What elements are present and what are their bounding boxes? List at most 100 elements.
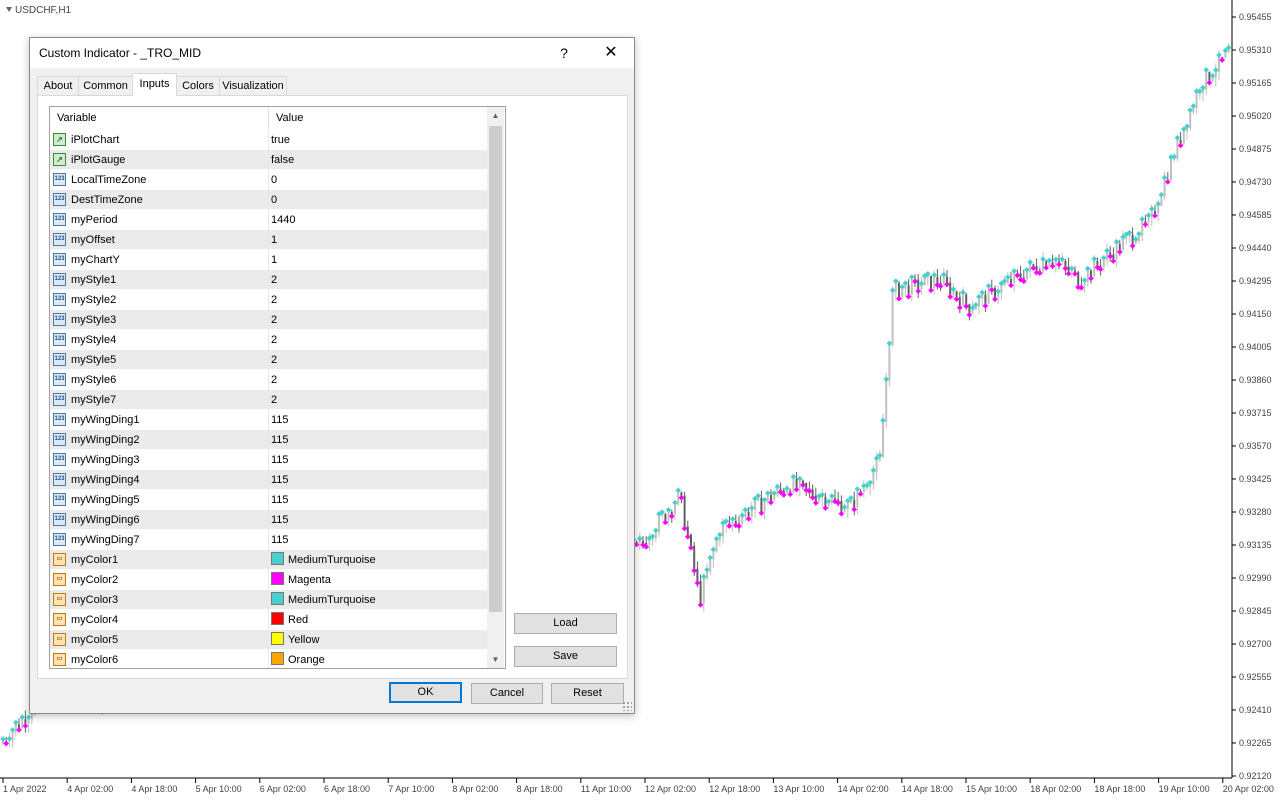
value-cell[interactable]: 2: [269, 270, 489, 290]
input-row[interactable]: 123 myWingDing1 115: [50, 410, 487, 430]
value-cell[interactable]: 115: [269, 410, 489, 430]
value-cell[interactable]: 115: [269, 470, 489, 490]
tab-inputs[interactable]: Inputs: [132, 73, 177, 96]
input-row[interactable]: 123 myPeriod 1440: [50, 210, 487, 230]
close-button[interactable]: ✕: [599, 42, 623, 64]
color-param-icon: ▭: [53, 593, 66, 606]
input-row[interactable]: ▭ myColor3 MediumTurquoise: [50, 590, 487, 610]
input-row[interactable]: 123 myStyle2 2: [50, 290, 487, 310]
input-row[interactable]: ▭ myColor6 Orange: [50, 650, 489, 668]
value-cell[interactable]: 1: [269, 230, 489, 250]
ok-button[interactable]: OK: [389, 682, 462, 703]
value-cell[interactable]: Orange: [269, 650, 489, 668]
time-tick-label: 18 Apr 02:00: [1030, 784, 1081, 794]
cancel-button[interactable]: Cancel: [471, 683, 543, 704]
input-row[interactable]: 123 LocalTimeZone 0: [50, 170, 487, 190]
time-tick-label: 14 Apr 02:00: [838, 784, 889, 794]
tab-common[interactable]: Common: [78, 76, 133, 95]
variable-name: myWingDing5: [71, 494, 140, 506]
input-row[interactable]: ▭ myColor2 Magenta: [50, 570, 487, 590]
value-cell[interactable]: 115: [269, 450, 489, 470]
reset-button[interactable]: Reset: [551, 683, 624, 704]
candle-body: [798, 480, 801, 488]
input-row[interactable]: ↗ iPlotChart true: [50, 130, 487, 150]
input-row[interactable]: 123 myWingDing7 115: [50, 530, 487, 550]
value-cell[interactable]: false: [269, 150, 489, 170]
column-header-variable[interactable]: Variable: [50, 107, 268, 129]
value-cell[interactable]: 2: [269, 290, 489, 310]
tab-about[interactable]: About: [37, 76, 79, 95]
value-cell[interactable]: MediumTurquoise: [269, 590, 489, 610]
input-row[interactable]: 123 myStyle7 2: [50, 390, 487, 410]
input-row[interactable]: 123 myOffset 1: [50, 230, 487, 250]
input-row[interactable]: ↗ iPlotGauge false: [50, 150, 487, 170]
input-row[interactable]: 123 myChartY 1: [50, 250, 487, 270]
inputs-grid[interactable]: Variable Value ↗ iPlotChart true ↗ iPlotGaug…: [49, 106, 506, 669]
input-row[interactable]: ▭ myColor4 Red: [50, 610, 487, 630]
chart-symbol-label[interactable]: USDCHF,H1: [6, 5, 71, 16]
tab-colors[interactable]: Colors: [176, 76, 220, 95]
candle-body: [1160, 196, 1163, 206]
variable-cell: 123 myStyle2: [50, 290, 269, 310]
input-row[interactable]: 123 myStyle5 2: [50, 350, 487, 370]
load-button[interactable]: Load: [514, 613, 617, 634]
value-cell[interactable]: 115: [269, 490, 489, 510]
variable-name: myWingDing6: [71, 514, 140, 526]
variable-cell: 123 myWingDing4: [50, 470, 269, 490]
color-param-icon: ▭: [53, 633, 66, 646]
candle-body: [968, 304, 971, 313]
color-swatch: [271, 592, 284, 605]
input-row[interactable]: 123 DestTimeZone 0: [50, 190, 487, 210]
vertical-scrollbar[interactable]: ▲ ▼: [487, 107, 504, 668]
variable-name: myStyle6: [71, 374, 117, 386]
input-row[interactable]: 123 myWingDing4 115: [50, 470, 487, 490]
candle-body: [1170, 159, 1172, 180]
value-cell[interactable]: Red: [269, 610, 489, 630]
value-cell[interactable]: Yellow: [269, 630, 489, 650]
value-cell[interactable]: 2: [269, 390, 489, 410]
value-text: 115: [271, 434, 289, 446]
input-row[interactable]: ▭ myColor5 Yellow: [50, 630, 487, 650]
input-row[interactable]: 123 myStyle4 2: [50, 330, 487, 350]
value-cell[interactable]: 2: [269, 310, 489, 330]
time-tick-label: 11 Apr 10:00: [581, 784, 631, 794]
input-row[interactable]: 123 myWingDing6 115: [50, 510, 487, 530]
value-cell[interactable]: MediumTurquoise: [269, 550, 489, 570]
help-button[interactable]: ?: [553, 42, 575, 64]
candle-body: [722, 524, 724, 537]
input-row[interactable]: 123 myStyle3 2: [50, 310, 487, 330]
boolean-icon: ↗: [53, 153, 66, 166]
candle-body: [1042, 261, 1044, 272]
value-cell[interactable]: 0: [269, 170, 489, 190]
value-cell[interactable]: Magenta: [269, 570, 489, 590]
value-cell[interactable]: 2: [269, 370, 489, 390]
value-cell[interactable]: 2: [269, 330, 489, 350]
candle-body: [846, 502, 849, 510]
value-cell[interactable]: 1440: [269, 210, 489, 230]
scroll-up-arrow-icon[interactable]: ▲: [487, 107, 504, 124]
value-cell[interactable]: 115: [269, 510, 489, 530]
input-row[interactable]: 123 myWingDing2 115: [50, 430, 487, 450]
value-cell[interactable]: 115: [269, 430, 489, 450]
input-row[interactable]: 123 myWingDing3 115: [50, 450, 487, 470]
integer-icon: 123: [53, 213, 66, 226]
scroll-down-arrow-icon[interactable]: ▼: [487, 651, 504, 668]
time-tick-label: 8 Apr 02:00: [452, 784, 498, 794]
value-cell[interactable]: 0: [269, 190, 489, 210]
scrollbar-thumb[interactable]: [489, 126, 502, 612]
input-row[interactable]: 123 myStyle6 2: [50, 370, 487, 390]
value-text: 2: [271, 294, 278, 306]
input-row[interactable]: ▭ myColor1 MediumTurquoise: [50, 550, 487, 570]
value-text: MediumTurquoise: [288, 594, 376, 606]
dialog-titlebar[interactable]: Custom Indicator - _TRO_MID ? ✕: [30, 38, 634, 68]
input-row[interactable]: 123 myStyle1 2: [50, 270, 487, 290]
column-header-value[interactable]: Value: [268, 107, 487, 129]
save-button[interactable]: Save: [514, 646, 617, 667]
resize-grip-icon[interactable]: [622, 701, 632, 711]
value-cell[interactable]: true: [269, 130, 489, 150]
tab-visualization[interactable]: Visualization: [219, 76, 287, 95]
value-cell[interactable]: 1: [269, 250, 489, 270]
input-row[interactable]: 123 myWingDing5 115: [50, 490, 487, 510]
value-cell[interactable]: 2: [269, 350, 489, 370]
value-cell[interactable]: 115: [269, 530, 489, 550]
